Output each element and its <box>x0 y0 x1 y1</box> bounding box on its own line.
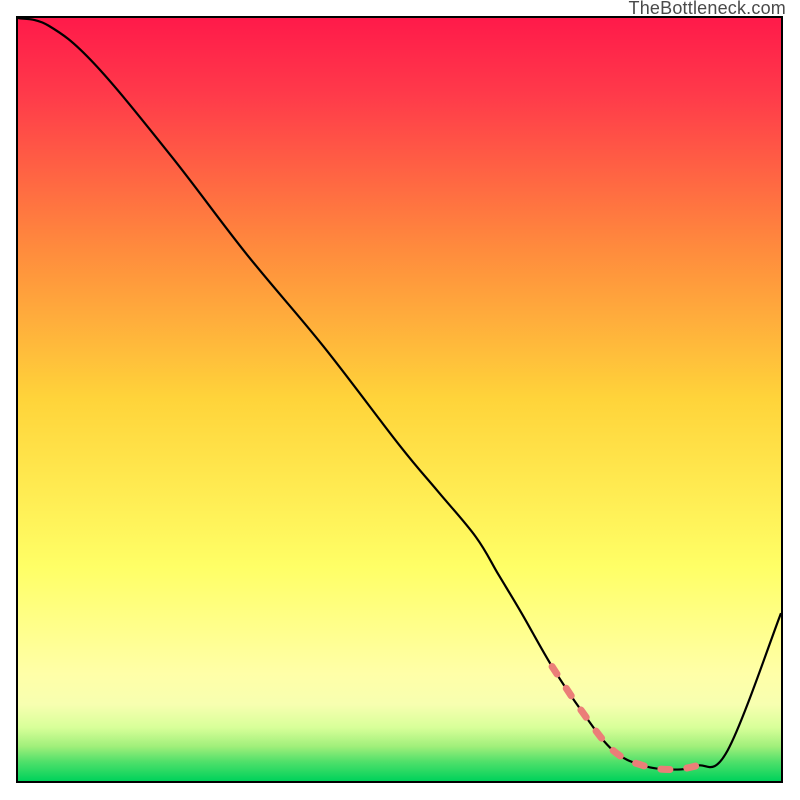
chart-container: TheBottleneck.com <box>0 0 800 800</box>
watermark-text: TheBottleneck.com <box>629 0 786 19</box>
plot-svg <box>18 18 781 781</box>
optimal-region-highlight <box>552 667 697 770</box>
bottleneck-curve <box>18 18 781 770</box>
plot-frame <box>16 16 783 783</box>
